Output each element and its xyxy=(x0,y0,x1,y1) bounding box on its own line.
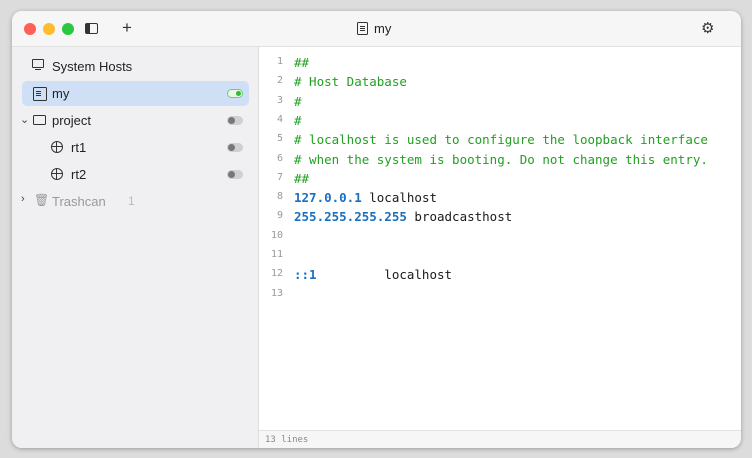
line-text: 127.0.0.1 localhost xyxy=(294,190,437,205)
line-number: 13 xyxy=(270,287,283,299)
code-line[interactable]: 8 127.0.0.1 localhost xyxy=(259,189,741,208)
code-line[interactable]: 9 255.255.255.255 broadcasthost xyxy=(259,208,741,227)
sidebar-item-label: rt1 xyxy=(71,140,87,155)
line-number: 9 xyxy=(276,210,283,222)
sidebar-item-label: my xyxy=(52,86,70,101)
chevron-down-icon[interactable]: ⌄ xyxy=(20,113,29,126)
sidebar-item-project[interactable]: ⌄ project xyxy=(20,108,249,133)
hosts-editor[interactable]: 1 ## 2 # Host Database 3 #4 #5 # localhost is u… xyxy=(259,47,741,430)
sidebar-item-rt2[interactable]: rt2 xyxy=(22,162,249,187)
sidebar-item-trashcan[interactable]: › 🗑 Trashcan 1 xyxy=(21,189,249,214)
line-number: 7 xyxy=(276,171,283,183)
line-text: ## xyxy=(294,55,310,70)
line-text: # when the system is booting. Do not cha… xyxy=(294,151,708,167)
close-window-button[interactable] xyxy=(24,23,36,35)
sidebar-item-label: Trashcan xyxy=(52,194,106,209)
hostname: localhost xyxy=(361,190,437,206)
minimize-window-button[interactable] xyxy=(43,23,55,35)
title-bar: + my ⚙ xyxy=(12,11,741,47)
enable-toggle[interactable] xyxy=(227,143,243,152)
line-number: 8 xyxy=(276,191,283,203)
window-title: my xyxy=(357,21,391,36)
line-number: 12 xyxy=(270,268,283,280)
line-number: 11 xyxy=(270,249,283,260)
line-text: # localhost is used to configure the loo… xyxy=(294,132,708,148)
code-line[interactable]: 5 # localhost is used to configure the lo… xyxy=(259,131,741,150)
enable-toggle[interactable] xyxy=(227,116,243,125)
folder-icon xyxy=(33,115,46,125)
code-line[interactable]: 7 ## xyxy=(259,170,741,189)
app-window: + my ⚙ System Hosts my ⌄ project rt1 rt2… xyxy=(12,11,741,448)
line-count: 13 lines xyxy=(265,435,309,445)
settings-gear-icon[interactable]: ⚙ xyxy=(701,19,714,37)
hostname: localhost xyxy=(316,267,453,283)
sidebar: System Hosts my ⌄ project rt1 rt2 › 🗑 Tr… xyxy=(12,47,259,448)
line-text: # xyxy=(294,112,302,128)
globe-icon xyxy=(51,141,63,153)
ip-address: 127.0.0.1 xyxy=(294,190,362,206)
line-text: ::1 localhost xyxy=(294,267,452,282)
code-line[interactable]: 10 xyxy=(259,228,741,247)
line-number: 5 xyxy=(276,133,283,145)
line-number: 1 xyxy=(276,56,283,67)
code-line[interactable]: 12::1 localhost xyxy=(259,266,741,285)
code-line[interactable]: 3 # xyxy=(259,93,741,112)
ip-address: ::1 xyxy=(294,267,317,283)
monitor-icon xyxy=(32,59,44,71)
line-text: # Host Database xyxy=(294,74,407,90)
line-number: 2 xyxy=(276,75,283,87)
line-text: # xyxy=(294,93,302,109)
sidebar-item-my[interactable]: my xyxy=(22,81,249,106)
ip-address: 255.255.255.255 xyxy=(294,209,407,225)
zoom-window-button[interactable] xyxy=(62,23,74,35)
code-line[interactable]: 1 ## xyxy=(259,54,741,73)
line-number: 3 xyxy=(276,94,283,106)
line-number: 6 xyxy=(276,152,283,164)
code-line[interactable]: 11 xyxy=(259,247,741,266)
window-title-text: my xyxy=(374,21,392,36)
code-line[interactable]: 4 # xyxy=(259,112,741,131)
document-icon xyxy=(357,22,368,35)
sidebar-item-system-hosts[interactable]: System Hosts xyxy=(22,54,249,79)
doc-icon xyxy=(33,87,47,101)
add-host-button[interactable]: + xyxy=(122,19,132,36)
line-number: 10 xyxy=(270,229,283,241)
chevron-right-icon[interactable]: › xyxy=(21,193,25,205)
trash-icon: 🗑 xyxy=(34,193,50,207)
line-text: 255.255.255.255 broadcasthost xyxy=(294,209,512,224)
sidebar-item-label: System Hosts xyxy=(52,59,133,74)
line-text: ## xyxy=(294,170,310,186)
line-number: 4 xyxy=(276,113,283,125)
globe-icon xyxy=(51,168,63,180)
status-bar: 13 lines xyxy=(259,430,741,448)
trash-count-badge: 1 xyxy=(128,194,135,208)
hostname: broadcasthost xyxy=(406,209,513,225)
enable-toggle[interactable] xyxy=(227,170,243,179)
code-line[interactable]: 13 xyxy=(259,286,741,305)
sidebar-toggle-icon[interactable] xyxy=(85,23,98,34)
code-line[interactable]: 2 # Host Database xyxy=(259,73,741,92)
code-line[interactable]: 6 # when the system is booting. Do not ch… xyxy=(259,151,741,170)
sidebar-item-rt1[interactable]: rt1 xyxy=(22,135,249,160)
enable-toggle[interactable] xyxy=(227,89,243,98)
sidebar-item-label: rt2 xyxy=(71,167,87,182)
sidebar-item-label: project xyxy=(52,113,92,128)
